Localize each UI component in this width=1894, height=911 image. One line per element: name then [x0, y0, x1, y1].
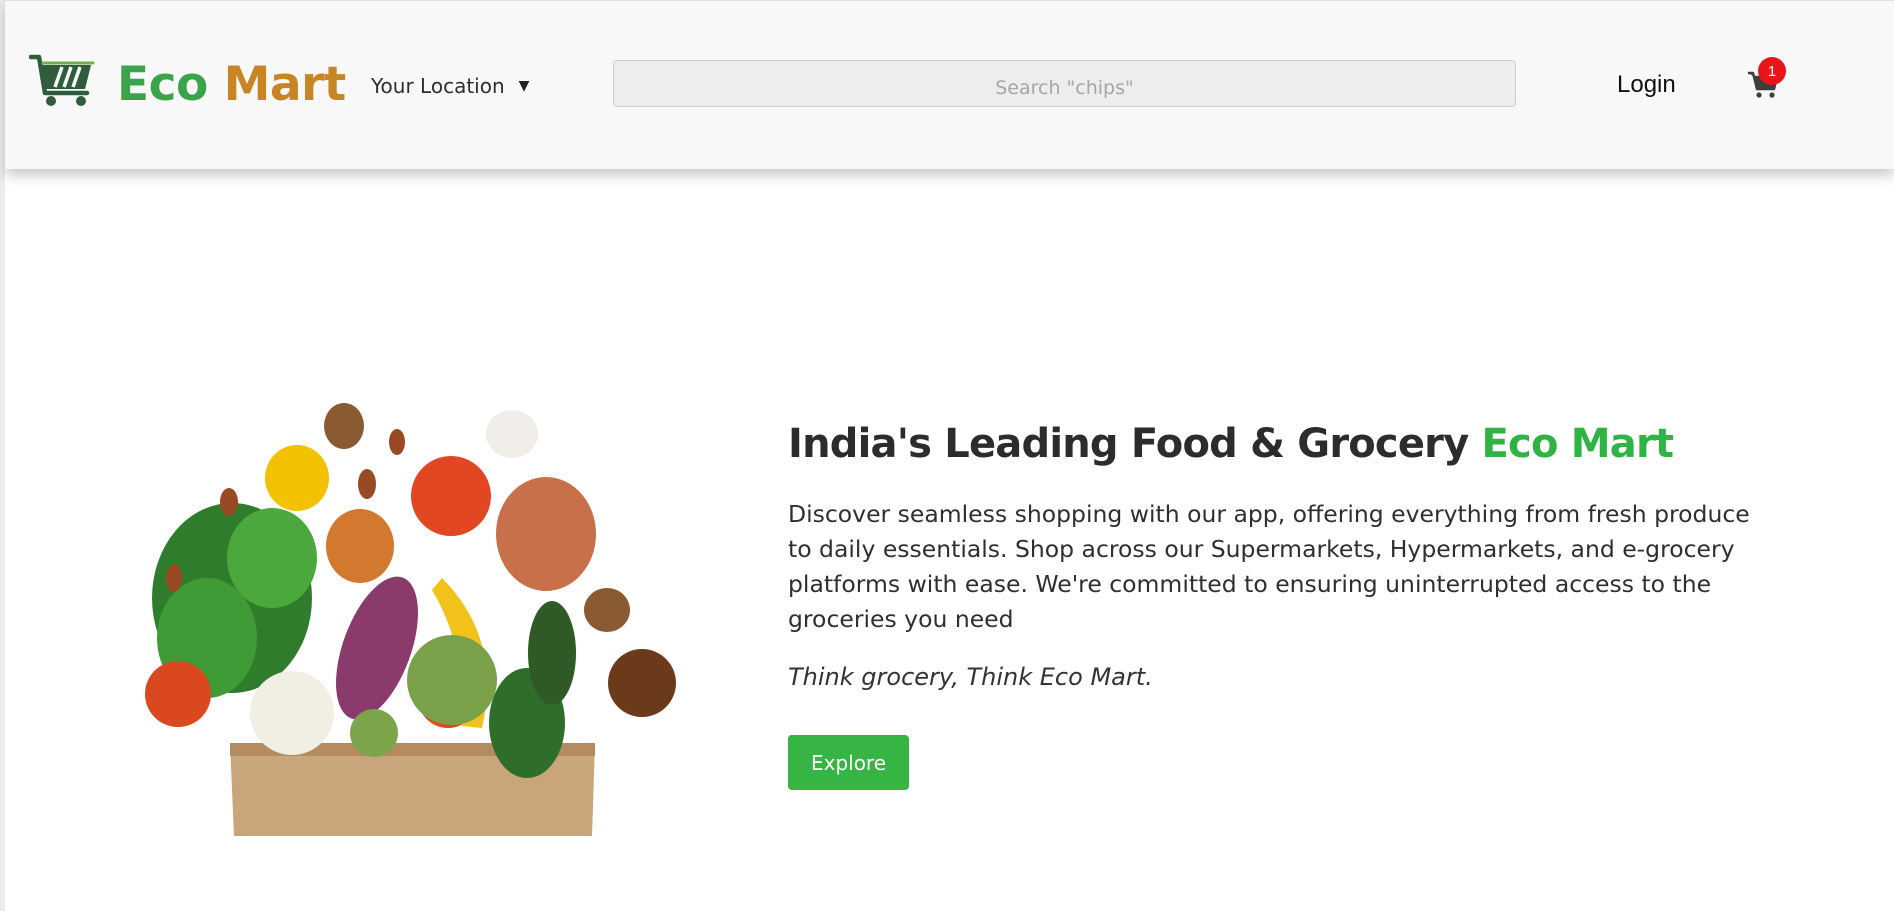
hero-tagline: Think grocery, Think Eco Mart.: [788, 663, 1153, 691]
hero-headline: India's Leading Food & Grocery Eco Mart: [788, 417, 1674, 471]
explore-button[interactable]: Explore: [788, 735, 909, 790]
location-label: Your Location: [371, 74, 505, 98]
brand-name-mart: Mart: [223, 57, 347, 112]
cart-count-badge: 1: [1758, 57, 1786, 85]
chevron-down-icon: ▼: [518, 78, 530, 94]
search-input[interactable]: [613, 60, 1516, 107]
top-navbar: Eco Mart Your Location ▼ Login 1: [5, 0, 1894, 169]
grocery-bag-vegetables-image: [112, 338, 738, 836]
shopping-cart-logo-icon[interactable]: [29, 53, 97, 109]
brand-name-eco: Eco: [117, 57, 208, 112]
login-link[interactable]: Login: [1617, 69, 1676, 101]
location-selector[interactable]: Your Location ▼: [371, 71, 529, 101]
brand-wordmark[interactable]: Eco Mart: [117, 53, 346, 117]
hero-headline-accent: Eco Mart: [1481, 421, 1674, 467]
hero-description: Discover seamless shopping with our app,…: [788, 500, 1750, 633]
hero-headline-main: India's Leading Food & Grocery: [788, 421, 1482, 467]
